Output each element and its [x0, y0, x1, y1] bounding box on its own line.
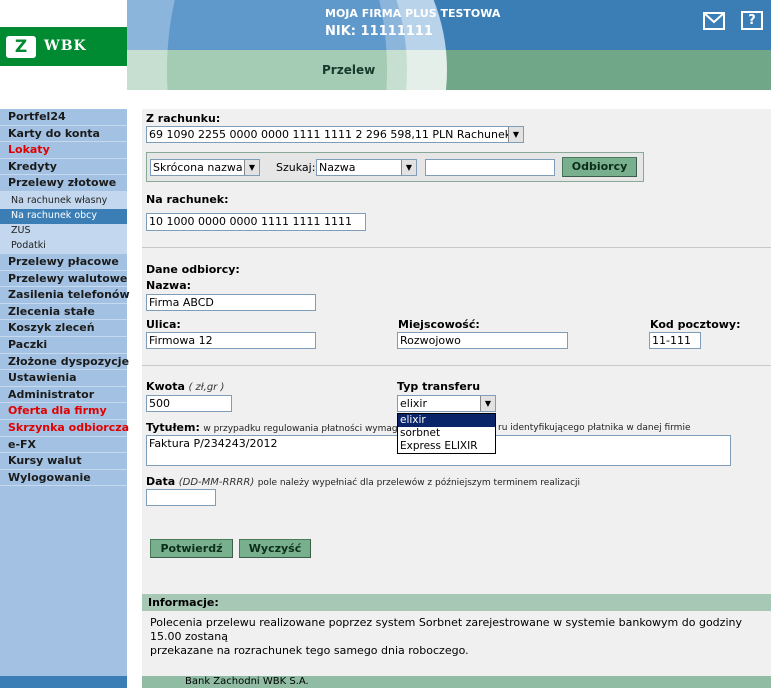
sidebar-item-koszyk[interactable]: Koszyk zleceń [0, 320, 127, 337]
sidebar-subitem-zus[interactable]: ZUS [0, 223, 127, 239]
sidebar-item-portfel24[interactable]: Portfel24 [0, 109, 127, 126]
sidebar-subitem-wlasny[interactable]: Na rachunek własny [0, 191, 127, 209]
sidebar-item-zlozone[interactable]: Złożone dyspozycje [0, 354, 129, 371]
date-hint: pole należy wypełniać dla przelewów z pó… [257, 478, 581, 488]
sidebar-item-kursy[interactable]: Kursy walut [0, 453, 127, 470]
chevron-down-icon: ▼ [480, 396, 495, 411]
chevron-down-icon: ▼ [401, 160, 416, 175]
street-label: Ulica: [146, 318, 181, 331]
transfer-type-dropdown: elixir sorbnet Express ELIXIR [397, 413, 496, 454]
footer: Bank Zachodni WBK S.A. [142, 676, 771, 688]
transfer-option-elixir[interactable]: elixir [398, 414, 495, 427]
bank-logo-text: WBK [44, 38, 87, 54]
footer-text: Bank Zachodni WBK S.A. [185, 676, 309, 687]
sidebar-item-zlecenia-stale[interactable]: Zlecenia stałe [0, 304, 127, 321]
sidebar-item-skrzynka[interactable]: Skrzynka odbiorcza [0, 420, 129, 437]
sidebar-item-zasilenia[interactable]: Zasilenia telefonów [0, 287, 130, 304]
confirm-button[interactable]: Potwierdź [150, 539, 233, 558]
info-line: przekazane na rozrachunek tego samego dn… [150, 644, 469, 657]
sidebar-item-lokaty[interactable]: Lokaty [0, 142, 127, 159]
sidebar-item-efx[interactable]: e-FX [0, 437, 127, 454]
amount-unit: ( zł,gr ) [188, 382, 225, 393]
sidebar-item-paczki[interactable]: Paczki [0, 337, 127, 354]
info-line: Polecenia przelewu realizowane poprzez s… [150, 616, 742, 643]
date-input[interactable] [146, 489, 216, 506]
title-hint: w przypadku regulowania płatności wymag [203, 424, 398, 434]
name-input[interactable]: Firma ABCD [146, 294, 316, 311]
recipients-button[interactable]: Odbiorcy [562, 157, 637, 177]
postcode-label: Kod pocztowy: [650, 318, 741, 331]
search-input[interactable] [425, 159, 555, 176]
chevron-down-icon: ▼ [244, 160, 259, 175]
search-by-select[interactable]: Nazwa ▼ [316, 159, 417, 176]
short-name-select[interactable]: Skrócona nazwa ▼ [150, 159, 260, 176]
page-title: Przelew [322, 63, 376, 77]
company-name: MOJA FIRMA PLUS TESTOWA [325, 7, 501, 20]
date-label: Data [146, 475, 176, 488]
to-account-label: Na rachunek: [146, 193, 229, 206]
title-label-group: Tytułem: w przypadku regulowania płatnoś… [146, 421, 398, 434]
amount-label-group: Kwota ( zł,gr ) [146, 380, 224, 393]
city-input[interactable]: Rozwojowo [397, 332, 568, 349]
from-account-select[interactable]: 69 1090 2255 0000 0000 1111 1111 2 296 5… [146, 126, 524, 143]
amount-label: Kwota [146, 380, 185, 393]
search-label: Szukaj: [276, 161, 316, 174]
date-format: (DD-MM-RRRR) [178, 477, 255, 488]
help-icon[interactable]: ? [741, 11, 763, 30]
sidebar-subitem-podatki[interactable]: Podatki [0, 238, 127, 254]
sidebar-item-karty[interactable]: Karty do konta [0, 126, 127, 143]
sidebar-item-kredyty[interactable]: Kredyty [0, 159, 127, 176]
to-account-input[interactable]: 10 1000 0000 0000 1111 1111 1111 [146, 213, 366, 231]
date-label-group: Data (DD-MM-RRRR) pole należy wypełniać … [146, 475, 580, 488]
mail-icon[interactable] [703, 12, 725, 33]
nik-number: NIK: 11111111 [325, 24, 433, 39]
transfer-type-value: elixir [400, 397, 427, 410]
sidebar-item-przelewy-zlotowe[interactable]: Przelewy złotowe [0, 175, 127, 192]
search-by-value: Nazwa [319, 161, 356, 174]
sidebar-item-przelewy-walutowe[interactable]: Przelewy walutowe [0, 271, 127, 288]
postcode-input[interactable]: 11-111 [649, 332, 701, 349]
clear-button[interactable]: Wyczyść [239, 539, 311, 558]
street-input[interactable]: Firmowa 12 [146, 332, 316, 349]
info-heading: Informacje: [142, 594, 771, 611]
info-text: Polecenia przelewu realizowane poprzez s… [150, 616, 750, 658]
sidebar-item-administrator[interactable]: Administrator [0, 387, 127, 404]
section-divider [142, 365, 771, 366]
transfer-option-express-elixir[interactable]: Express ELIXIR [398, 440, 495, 453]
sidebar-item-przelewy-placowe[interactable]: Przelewy płacowe [0, 254, 127, 271]
title-label: Tytułem: [146, 421, 200, 434]
sidebar-nav: Portfel24 Karty do konta Lokaty Kredyty … [0, 109, 130, 487]
recipient-section-title: Dane odbiorcy: [146, 263, 240, 276]
name-label: Nazwa: [146, 279, 192, 292]
city-label: Miejscowość: [398, 318, 480, 331]
section-divider [142, 247, 771, 248]
sidebar-footer [0, 676, 127, 688]
header-gap [127, 90, 771, 109]
title-hint-end: ru identyfikującego płatnika w danej fir… [498, 423, 691, 433]
sidebar-item-ustawienia[interactable]: Ustawienia [0, 370, 127, 387]
chevron-down-icon: ▼ [508, 127, 523, 142]
sidebar-item-wylogowanie[interactable]: Wylogowanie [0, 470, 127, 487]
from-account-value: 69 1090 2255 0000 0000 1111 1111 2 296 5… [149, 128, 524, 141]
transfer-type-label: Typ transferu [397, 380, 481, 393]
sidebar-subitem-obcy[interactable]: Na rachunek obcy [0, 208, 127, 224]
short-name-value: Skrócona nazwa [153, 161, 243, 174]
transfer-type-select[interactable]: elixir ▼ [397, 395, 496, 412]
transfer-option-sorbnet[interactable]: sorbnet [398, 427, 495, 440]
bank-logo-icon: Z [6, 36, 36, 58]
amount-input[interactable]: 500 [146, 395, 232, 412]
sidebar-item-oferta[interactable]: Oferta dla firmy [0, 403, 127, 420]
header-subbar [127, 50, 771, 90]
from-account-label: Z rachunku: [146, 112, 221, 125]
